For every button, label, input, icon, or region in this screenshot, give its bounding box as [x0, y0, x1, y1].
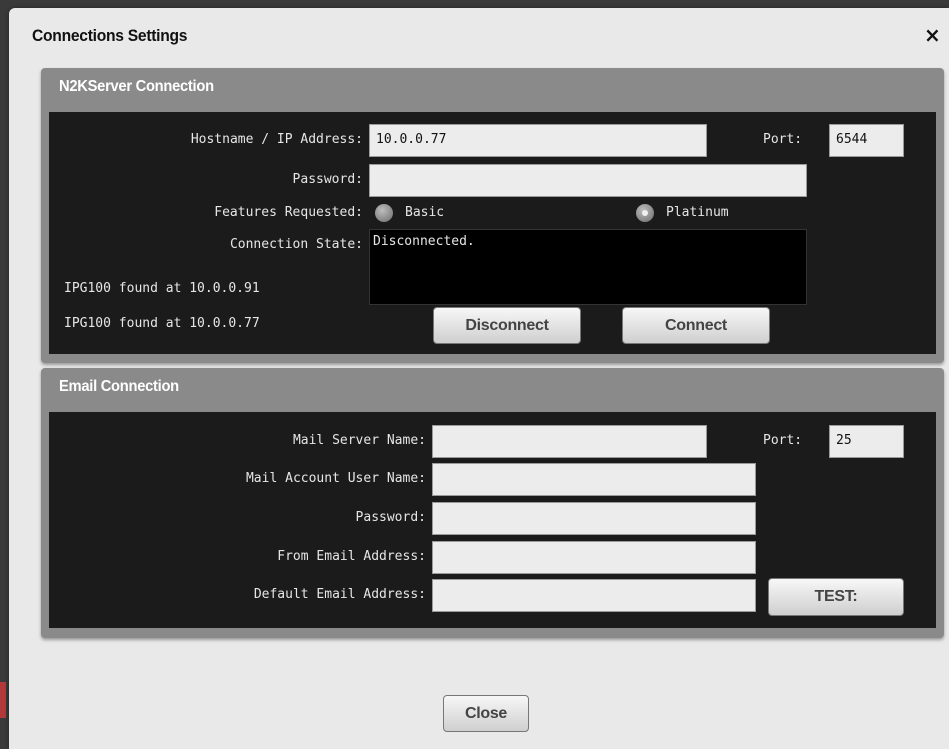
close-button[interactable]: Close	[443, 695, 529, 732]
mail-user-label: Mail Account User Name:	[245, 471, 426, 486]
close-icon[interactable]: ×	[924, 23, 941, 47]
default-email-input[interactable]	[432, 579, 756, 612]
mail-server-label: Mail Server Name:	[292, 433, 426, 448]
default-email-label: Default Email Address:	[253, 587, 426, 602]
features-label: Features Requested:	[214, 205, 363, 220]
email-port-label: Port:	[763, 433, 803, 448]
found-device-item[interactable]: IPG100 found at 10.0.0.77	[64, 316, 260, 331]
dialog-title: Connections Settings	[32, 26, 188, 45]
platinum-radio[interactable]	[636, 204, 654, 222]
email-port-input[interactable]: 25	[829, 425, 904, 458]
connection-state-box: Disconnected.	[369, 229, 807, 305]
mail-server-input[interactable]	[432, 425, 707, 458]
basic-radio-label[interactable]: Basic	[405, 205, 444, 220]
n2k-password-input[interactable]	[369, 164, 807, 197]
found-device-item[interactable]: IPG100 found at 10.0.0.91	[64, 281, 260, 296]
n2k-port-label: Port:	[763, 132, 803, 147]
email-panel-body: Mail Server Name: Port: 25 Mail Account …	[49, 412, 936, 628]
background-edge	[0, 682, 6, 718]
email-panel: Email Connection Mail Server Name: Port:…	[41, 368, 944, 638]
mail-password-label: Password:	[355, 510, 426, 525]
disconnect-button[interactable]: Disconnect	[433, 307, 581, 344]
n2k-port-input[interactable]: 6544	[829, 124, 904, 157]
platinum-radio-label[interactable]: Platinum	[666, 205, 729, 220]
mail-password-input[interactable]	[432, 502, 756, 535]
connection-state-label: Connection State:	[229, 237, 363, 252]
from-email-label: From Email Address:	[277, 549, 426, 564]
from-email-input[interactable]	[432, 541, 756, 574]
n2k-password-label: Password:	[292, 172, 363, 187]
mail-user-input[interactable]	[432, 463, 756, 496]
hostname-input[interactable]: 10.0.0.77	[369, 124, 707, 157]
basic-radio[interactable]	[375, 204, 393, 222]
n2kserver-panel: N2KServer Connection Hostname / IP Addre…	[41, 68, 944, 363]
email-panel-title: Email Connection	[59, 378, 179, 395]
connect-button[interactable]: Connect	[622, 307, 770, 344]
n2kserver-panel-body: Hostname / IP Address: 10.0.0.77 Port: 6…	[49, 112, 936, 354]
connections-settings-dialog: Connections Settings × N2KServer Connect…	[9, 8, 949, 749]
test-button[interactable]: TEST:	[768, 578, 904, 616]
n2kserver-panel-title: N2KServer Connection	[59, 78, 214, 95]
hostname-label: Hostname / IP Address:	[190, 132, 363, 147]
